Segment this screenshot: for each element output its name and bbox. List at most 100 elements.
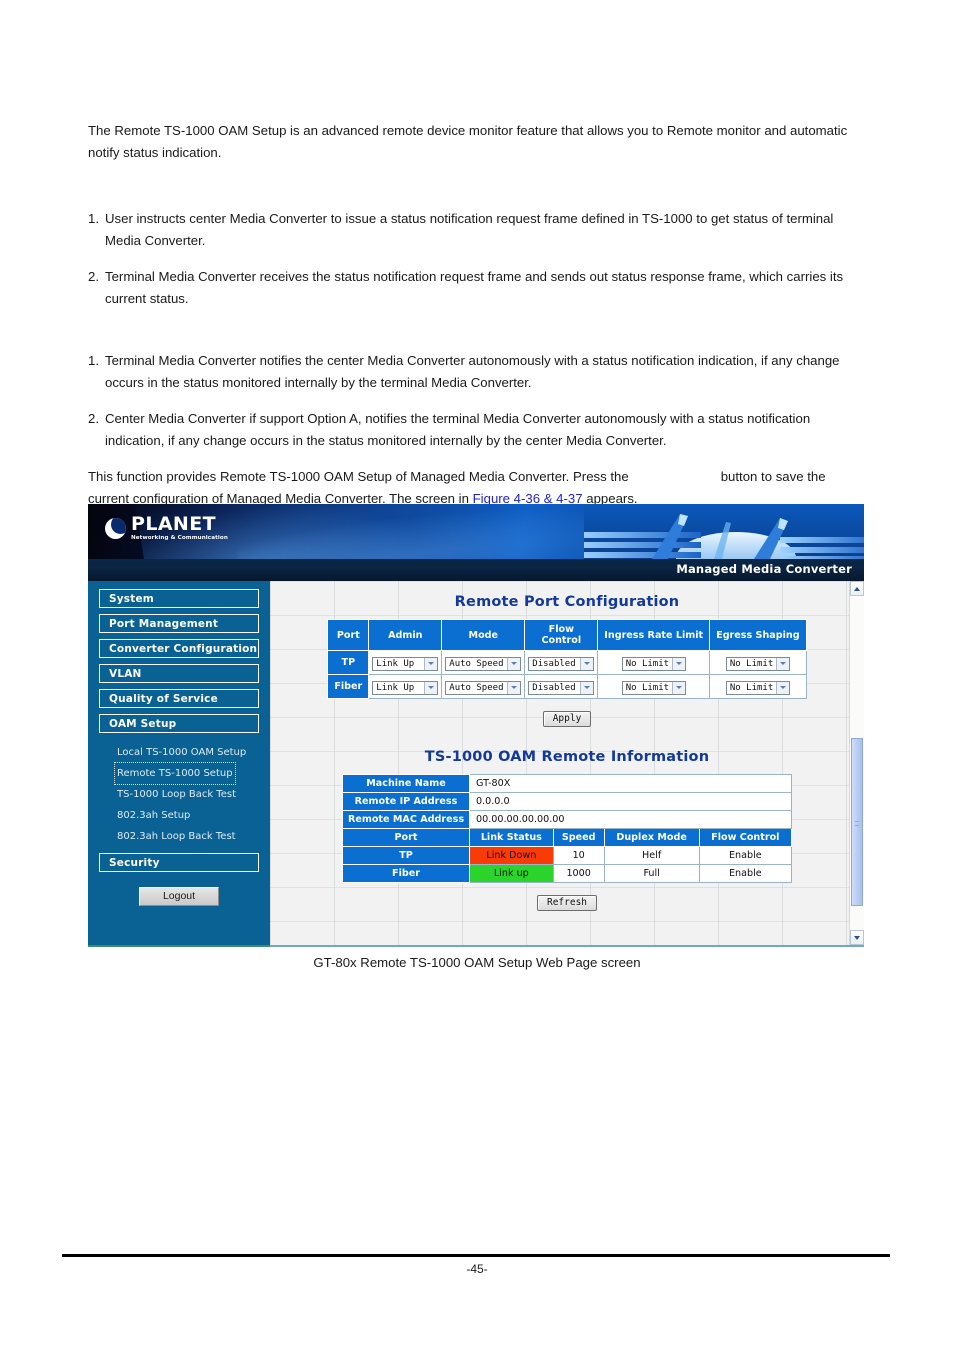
value-fiber-speed: 1000 [552,864,605,883]
column-header-port: Port [327,619,370,651]
intro-paragraph: The Remote TS-1000 OAM Setup is an advan… [88,123,848,160]
flow-control-select-tp[interactable]: Disabled [528,656,595,671]
value-fiber-flow-control: Enable [698,864,793,883]
table-row: TP Link Up Auto Speed Disabled No Limit … [327,650,807,675]
admin-select-fiber-value: Link Up [376,682,415,693]
row-label-fiber: Fiber [342,864,470,883]
list-item: 1. Terminal Media Converter notifies the… [88,350,866,394]
column-header-admin: Admin [368,619,443,651]
cell-ingress-rate-limit-tp: No Limit [597,650,711,675]
web-ui-body: System Port Management Converter Configu… [88,581,864,947]
row-label-tp: TP [327,650,370,675]
column-header-duplex-mode: Duplex Mode [603,828,700,847]
column-header-port: Port [342,828,470,847]
submenu-item-8023ah-setup[interactable]: 802.3ah Setup [115,805,192,826]
egress-shaping-select-fiber[interactable]: No Limit [725,680,790,695]
flow-control-select-fiber-value: Disabled [532,682,576,693]
procedure-list-two: 1. Terminal Media Converter notifies the… [88,350,866,452]
chevron-down-icon [424,657,438,670]
main-content-area: Remote Port Configuration Port Admin Mod… [270,581,864,947]
apply-button[interactable]: Apply [542,711,592,727]
label-remote-mac-address: Remote MAC Address [342,810,470,829]
scroll-down-button[interactable] [850,930,864,945]
label-remote-ip-address: Remote IP Address [342,792,470,811]
scroll-up-button[interactable] [850,581,864,596]
mode-select-fiber[interactable]: Auto Speed [445,680,522,695]
sidebar-item-port-management[interactable]: Port Management [99,614,259,633]
chevron-down-icon [776,681,790,694]
flow-control-select-fiber[interactable]: Disabled [528,680,595,695]
cell-mode-tp: Auto Speed [441,650,526,675]
egress-shaping-select-tp[interactable]: No Limit [725,656,790,671]
mode-select-tp[interactable]: Auto Speed [445,656,522,671]
column-header-speed: Speed [552,828,605,847]
sidebar-item-system[interactable]: System [99,589,259,608]
chevron-down-icon [424,681,438,694]
cell-admin-fiber: Link Up [368,674,443,699]
scrollbar-track[interactable] [850,596,864,930]
brand-name: PLANET [131,513,216,535]
logout-container: Logout [88,886,270,906]
admin-select-tp[interactable]: Link Up [372,656,439,671]
sidebar-item-vlan[interactable]: VLAN [99,664,259,683]
refresh-button[interactable]: Refresh [536,895,598,911]
table-header-row: Port Admin Mode Flow Control Ingress Rat… [327,619,807,651]
refresh-button-container: Refresh [270,892,864,911]
submenu-item-remote-ts1000-setup[interactable]: Remote TS-1000 Setup [114,762,236,785]
table-row: TP Link Down 10 Helf Enable [342,846,793,865]
sidebar-item-quality-of-service[interactable]: Quality of Service [99,689,259,708]
admin-select-tp-value: Link Up [376,658,415,669]
chevron-down-icon [507,657,521,670]
submenu-item-local-ts1000-oam-setup[interactable]: Local TS-1000 OAM Setup [115,742,248,763]
value-machine-name: GT-80X [469,774,792,793]
value-fiber-duplex-mode: Full [603,864,700,883]
column-header-egress-shaping: Egress Shaping [709,619,807,651]
logout-button[interactable]: Logout [139,887,219,906]
document-body: The Remote TS-1000 OAM Setup is an advan… [88,120,866,528]
table-row: Remote IP Address 0.0.0.0 [342,792,792,811]
cell-mode-fiber: Auto Speed [441,674,526,699]
table-row: Fiber Link Up Auto Speed Disabled No Lim… [327,674,807,699]
scrollbar-thumb[interactable] [851,738,863,906]
column-header-flow-control: Flow Control [524,619,599,651]
list-text: Terminal Media Converter receives the st… [105,269,844,306]
list-text: Terminal Media Converter notifies the ce… [105,353,840,390]
page-number: -45- [466,1262,488,1276]
table-header-row: Port Link Status Speed Duplex Mode Flow … [342,828,793,847]
page-title: Managed Media Converter [676,562,852,576]
submenu-item-ts1000-loop-back-test[interactable]: TS-1000 Loop Back Test [115,784,238,805]
value-remote-mac-address: 00.00.00.00.00.00 [469,810,792,829]
list-text: User instructs center Media Converter to… [105,211,834,248]
footer-divider [62,1254,890,1257]
vertical-scrollbar[interactable] [849,581,864,945]
column-header-link-status: Link Status [469,828,554,847]
crescent-moon-icon [105,517,126,539]
submenu-item-8023ah-loop-back-test[interactable]: 802.3ah Loop Back Test [115,826,238,847]
chevron-down-icon [580,657,594,670]
list-number: 1. [88,211,99,226]
ingress-rate-limit-select-tp[interactable]: No Limit [621,656,686,671]
status-badge-tp-link-status: Link Down [469,846,554,865]
row-label-tp: TP [342,846,470,865]
admin-select-fiber[interactable]: Link Up [372,680,439,695]
list-number: 1. [88,353,99,368]
list-item: 1. User instructs center Media Converter… [88,208,866,252]
list-item: 2. Terminal Media Converter receives the… [88,266,866,310]
egress-shaping-select-tp-value: No Limit [729,658,774,669]
flow-control-select-tp-value: Disabled [532,658,576,669]
sidebar-item-oam-setup[interactable]: OAM Setup [99,714,259,733]
status-badge-fiber-link-status: Link up [469,864,554,883]
column-header-ingress-rate-limit: Ingress Rate Limit [597,619,711,651]
oam-setup-submenu: Local TS-1000 OAM Setup Remote TS-1000 S… [88,739,270,847]
cell-admin-tp: Link Up [368,650,443,675]
sidebar-navigation: System Port Management Converter Configu… [88,581,270,947]
cell-flow-control-fiber: Disabled [524,674,599,699]
sidebar-item-converter-configuration[interactable]: Converter Configuration [99,639,259,658]
remote-port-configuration-table: Port Admin Mode Flow Control Ingress Rat… [327,619,807,699]
apply-button-container: Apply [270,708,864,727]
table-row: Fiber Link up 1000 Full Enable [342,864,793,883]
ingress-rate-limit-select-fiber[interactable]: No Limit [621,680,686,695]
sidebar-item-security[interactable]: Security [99,853,259,872]
ts1000-oam-remote-information-table: Machine Name GT-80X Remote IP Address 0.… [342,774,793,883]
cell-egress-shaping-fiber: No Limit [709,674,807,699]
